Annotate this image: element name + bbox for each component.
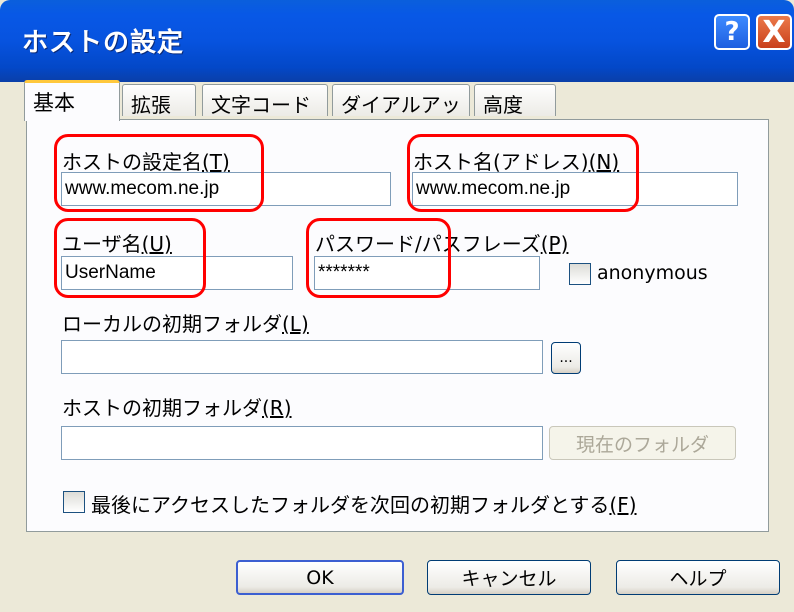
title-bar[interactable]: ホストの設定 ? X [0,0,794,82]
last-folder-checkbox[interactable] [63,491,85,513]
window-title: ホストの設定 [22,28,185,58]
ok-button[interactable]: OK [236,560,404,595]
tab-character-code[interactable]: 文字コード [202,84,328,117]
user-name-input[interactable]: UserName [61,256,293,290]
close-icon[interactable]: X [756,14,792,50]
current-folder-button[interactable]: 現在のフォルダ [549,426,736,460]
tab-panel-basic: ホストの設定名(T) www.mecom.ne.jp ホスト名(アドレス)(N)… [26,119,769,532]
password-input[interactable]: ******* [314,256,540,290]
host-name-label: ホスト名(アドレス)(N) [413,150,620,174]
user-name-label: ユーザ名(U) [62,232,172,256]
last-folder-label: 最後にアクセスしたフォルダを次回の初期フォルダとする(F) [91,493,637,517]
tab-dialup[interactable]: ダイアルアップ [332,84,470,146]
host-setting-name-label: ホストの設定名(T) [62,150,230,174]
local-folder-label: ローカルの初期フォルダ(L) [62,312,309,336]
host-setting-name-input[interactable]: www.mecom.ne.jp [61,172,391,206]
help-button[interactable]: ヘルプ [616,560,780,595]
password-label: パスワード/パスフレーズ(P) [315,232,569,256]
tab-advanced[interactable]: 高度 [474,84,556,117]
host-name-input[interactable]: www.mecom.ne.jp [412,172,738,206]
anonymous-checkbox[interactable] [569,263,591,285]
cancel-button[interactable]: キャンセル [427,560,591,595]
help-icon[interactable]: ? [714,14,750,50]
tab-extended[interactable]: 拡張 [122,84,196,117]
anonymous-label: anonymous [597,262,708,284]
local-folder-input[interactable] [61,340,543,374]
host-folder-label: ホストの初期フォルダ(R) [62,396,292,420]
host-folder-input[interactable] [61,426,543,460]
tab-basic[interactable]: 基本 [24,80,120,121]
browse-local-folder-button[interactable]: ... [551,342,581,374]
